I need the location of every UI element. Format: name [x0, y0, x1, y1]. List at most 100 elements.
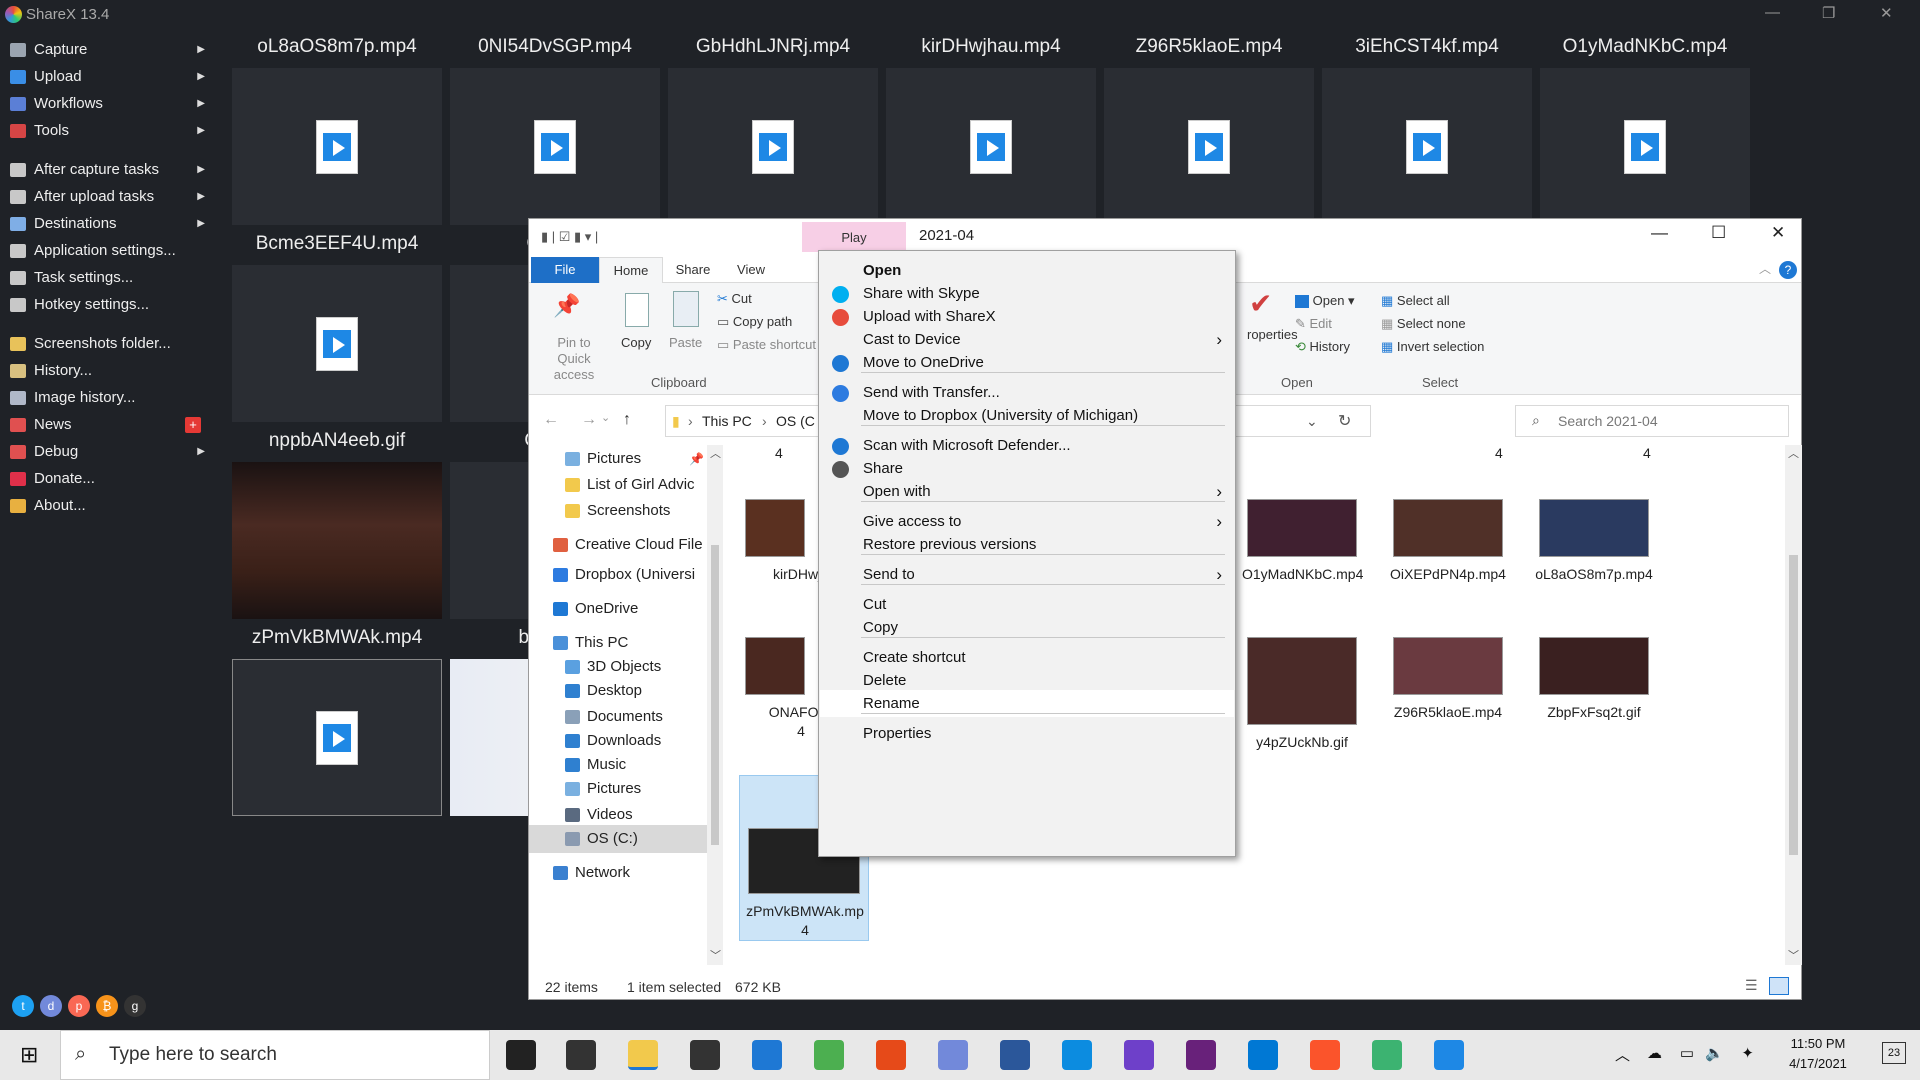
- up-icon[interactable]: ↑: [623, 411, 631, 429]
- nav-item[interactable]: Creative Cloud File: [529, 531, 707, 559]
- sidebar-item-15[interactable]: Donate...: [0, 465, 215, 492]
- paste-shortcut-button[interactable]: ▭ Paste shortcut: [717, 337, 816, 353]
- history-button[interactable]: ⟲ History: [1295, 339, 1350, 355]
- thumbnail[interactable]: GbHdhLJNRj.mp4: [668, 36, 878, 225]
- search-input[interactable]: Search 2021-04: [1558, 413, 1658, 429]
- sidebar-item-4[interactable]: After capture tasks ▶: [0, 156, 215, 183]
- select-none-button[interactable]: ▦ Select none: [1381, 316, 1466, 332]
- file-item[interactable]: OiXEPdPN4p.mp4: [1383, 499, 1513, 619]
- properties-button[interactable]: roperties: [1247, 327, 1298, 342]
- file-item[interactable]: y4pZUckNb.gif: [1237, 637, 1367, 757]
- back-icon[interactable]: ←: [543, 411, 559, 429]
- sidebar-item-10[interactable]: Screenshots folder...: [0, 330, 215, 357]
- breadcrumb-this-pc[interactable]: This PC: [702, 413, 752, 429]
- thumbnail[interactable]: nppbAN4eeb.gif: [232, 430, 442, 619]
- nav-item[interactable]: Dropbox (Universi: [529, 561, 707, 589]
- taskbar-search[interactable]: ⌕ Type here to search: [60, 1030, 490, 1080]
- sidebar-item-5[interactable]: After upload tasks ▶: [0, 183, 215, 210]
- sidebar-item-14[interactable]: Debug ▶: [0, 438, 215, 465]
- menu-item[interactable]: Properties: [820, 720, 1234, 747]
- dropbox-tray-icon[interactable]: ✦: [1741, 1044, 1754, 1062]
- recent-locations-icon[interactable]: ⌄: [601, 411, 610, 424]
- quick-access-toolbar[interactable]: ▮ | ☑ ▮ ▾ |: [541, 229, 598, 245]
- office-icon[interactable]: [876, 1040, 906, 1070]
- thumbnail[interactable]: kirDHwjhau.mp4: [886, 36, 1096, 225]
- video-player-icon[interactable]: [1434, 1040, 1464, 1070]
- volume-icon[interactable]: 🔈: [1705, 1044, 1724, 1062]
- file-item[interactable]: oL8aOS8m7p.mp4: [1529, 499, 1659, 619]
- paste-button[interactable]: Paste: [669, 335, 702, 350]
- onedrive-tray-icon[interactable]: ☁: [1647, 1044, 1662, 1062]
- address-dropdown-icon[interactable]: ⌄: [1306, 413, 1318, 430]
- sidebar-item-16[interactable]: About...: [0, 492, 215, 519]
- nav-item[interactable]: Screenshots: [529, 497, 707, 525]
- maximize-icon[interactable]: ☐: [1711, 223, 1726, 243]
- file-item[interactable]: Z96R5klaoE.mp4: [1383, 637, 1513, 757]
- forward-icon[interactable]: →: [581, 411, 597, 429]
- discord-icon[interactable]: d: [40, 995, 62, 1017]
- refresh-icon[interactable]: ↻: [1338, 411, 1351, 431]
- minimize-icon[interactable]: —: [1765, 4, 1780, 21]
- bitcoin-icon[interactable]: ₿: [96, 995, 118, 1017]
- copy-button[interactable]: Copy: [621, 335, 651, 350]
- close-icon[interactable]: ✕: [1880, 4, 1893, 22]
- nav-item[interactable]: Pictures: [529, 775, 707, 803]
- mail-icon[interactable]: [752, 1040, 782, 1070]
- github-icon[interactable]: g: [124, 995, 146, 1017]
- clock-time[interactable]: 11:50 PM: [1770, 1036, 1866, 1051]
- maximize-icon[interactable]: ❐: [1822, 4, 1835, 22]
- sidebar-item-11[interactable]: History...: [0, 357, 215, 384]
- help-icon[interactable]: ?: [1779, 261, 1797, 279]
- tab-home[interactable]: Home: [599, 257, 663, 283]
- sidebar-item-13[interactable]: News +: [0, 411, 215, 438]
- nav-item[interactable]: Desktop: [529, 677, 707, 705]
- tray-overflow-icon[interactable]: ︿: [1615, 1044, 1630, 1065]
- invert-selection-button[interactable]: ▦ Invert selection: [1381, 339, 1484, 355]
- clock-date[interactable]: 4/17/2021: [1770, 1056, 1866, 1071]
- visual-studio-icon[interactable]: [1186, 1040, 1216, 1070]
- thumbnail[interactable]: O1yMadNKbC.mp4: [1540, 36, 1750, 225]
- chrome-icon[interactable]: [814, 1040, 844, 1070]
- sidebar-item-8[interactable]: Task settings...: [0, 264, 215, 291]
- breadcrumb-os[interactable]: OS (C: [776, 413, 815, 429]
- details-view-icon[interactable]: ☰: [1745, 977, 1758, 994]
- brave-icon[interactable]: [1310, 1040, 1340, 1070]
- sidebar-item-12[interactable]: Image history...: [0, 384, 215, 411]
- pin-to-quick-access-button[interactable]: Pin to Quick access: [539, 335, 609, 383]
- nav-item[interactable]: OneDrive: [529, 595, 707, 623]
- select-all-button[interactable]: ▦ Select all: [1381, 293, 1450, 309]
- cortana-icon[interactable]: [506, 1040, 536, 1070]
- thumbnail[interactable]: oL8aOS8m7p.mp4: [232, 36, 442, 225]
- file-item[interactable]: ZbpFxFsq2t.gif: [1529, 637, 1659, 757]
- tab-share[interactable]: Share: [665, 257, 721, 283]
- file-explorer-icon[interactable]: [628, 1040, 658, 1070]
- edge-icon[interactable]: [1062, 1040, 1092, 1070]
- tab-file[interactable]: File: [531, 257, 599, 283]
- close-icon[interactable]: ✕: [1771, 223, 1785, 243]
- sidebar-item-7[interactable]: Application settings...: [0, 237, 215, 264]
- store-icon[interactable]: [690, 1040, 720, 1070]
- notifications-icon[interactable]: 23: [1882, 1042, 1906, 1064]
- copy-path-button[interactable]: ▭ Copy path: [717, 314, 792, 330]
- edit-button[interactable]: ✎ Edit: [1295, 316, 1332, 332]
- github-desktop-icon[interactable]: [1124, 1040, 1154, 1070]
- thumbnail[interactable]: Z96R5klaoE.mp4: [1104, 36, 1314, 225]
- discord-app-icon[interactable]: [938, 1040, 968, 1070]
- thumbnail[interactable]: Bcme3EEF4U.mp4: [232, 233, 442, 422]
- sidebar-item-6[interactable]: Destinations ▶: [0, 210, 215, 237]
- file-list-scrollbar[interactable]: ︿ ﹀: [1785, 445, 1802, 965]
- thumbnail[interactable]: zPmVkBMWAk.mp4: [232, 627, 442, 816]
- large-icons-view-icon[interactable]: [1769, 977, 1789, 995]
- thumbnail[interactable]: 0NI54DvSGP.mp4: [450, 36, 660, 225]
- sidebar-item-3[interactable]: Tools ▶: [0, 117, 215, 144]
- collapse-ribbon-icon[interactable]: ︿: [1759, 260, 1771, 277]
- nav-item[interactable]: Pictures 📌: [529, 445, 707, 473]
- sharex-app-icon[interactable]: [1372, 1040, 1402, 1070]
- sidebar-item-9[interactable]: Hotkey settings...: [0, 291, 215, 318]
- sidebar-item-0[interactable]: Capture ▶: [0, 36, 215, 63]
- file-item[interactable]: O1yMadNKbC.mp4: [1237, 499, 1367, 619]
- nav-item[interactable]: List of Girl Advic: [529, 471, 707, 499]
- tab-view[interactable]: View: [723, 257, 779, 283]
- search-box[interactable]: ⌕ Search 2021-04: [1515, 405, 1789, 437]
- twitter-icon[interactable]: t: [12, 995, 34, 1017]
